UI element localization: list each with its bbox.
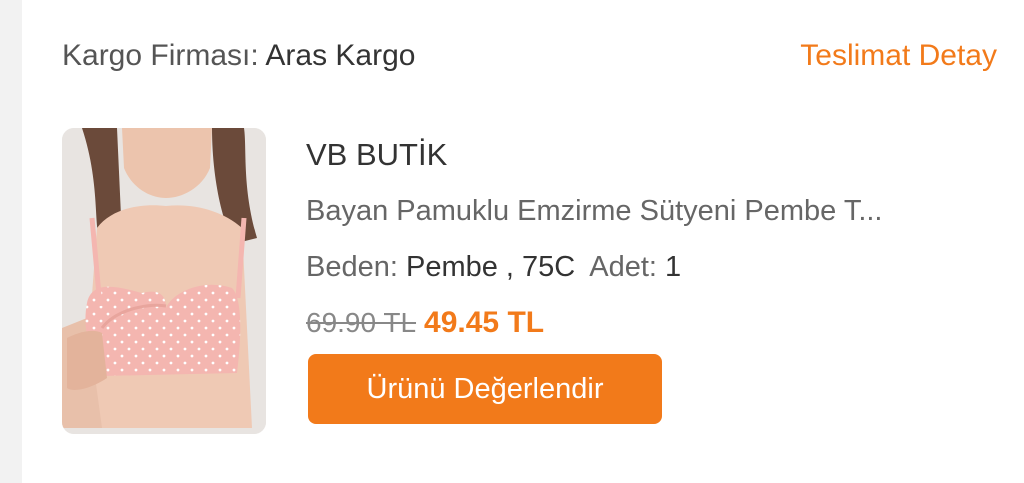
product-title[interactable]: Bayan Pamuklu Emzirme Sütyeni Pembe T... bbox=[306, 192, 986, 230]
product-image[interactable] bbox=[62, 128, 266, 434]
cargo-info: Kargo Firması: Aras Kargo bbox=[62, 36, 415, 76]
variant-info: Beden: Pembe , 75C Adet: 1 bbox=[306, 248, 681, 286]
size-label: Beden: bbox=[306, 251, 398, 283]
cargo-colon: : bbox=[250, 39, 266, 72]
quantity-value: 1 bbox=[665, 251, 682, 283]
cargo-label: Kargo Firması bbox=[62, 39, 251, 72]
bra-product-photo-icon bbox=[62, 128, 266, 434]
cargo-value: Aras Kargo bbox=[265, 39, 416, 72]
quantity-label: Adet: bbox=[589, 251, 657, 283]
new-price: 49.45 TL bbox=[424, 306, 545, 339]
review-product-button[interactable]: Ürünü Değerlendir bbox=[308, 354, 662, 424]
price-row: 69.90 TL 49.45 TL bbox=[306, 304, 544, 347]
old-price: 69.90 TL bbox=[306, 307, 417, 338]
seller-name[interactable]: VB BUTİK bbox=[306, 136, 447, 174]
order-item-card: Kargo Firması: Aras Kargo Teslimat Detay bbox=[22, 0, 1024, 483]
delivery-detail-link[interactable]: Teslimat Detay bbox=[800, 36, 997, 76]
cargo-row: Kargo Firması: Aras Kargo Teslimat Detay bbox=[62, 36, 997, 76]
size-value: Pembe , 75C bbox=[405, 251, 576, 283]
